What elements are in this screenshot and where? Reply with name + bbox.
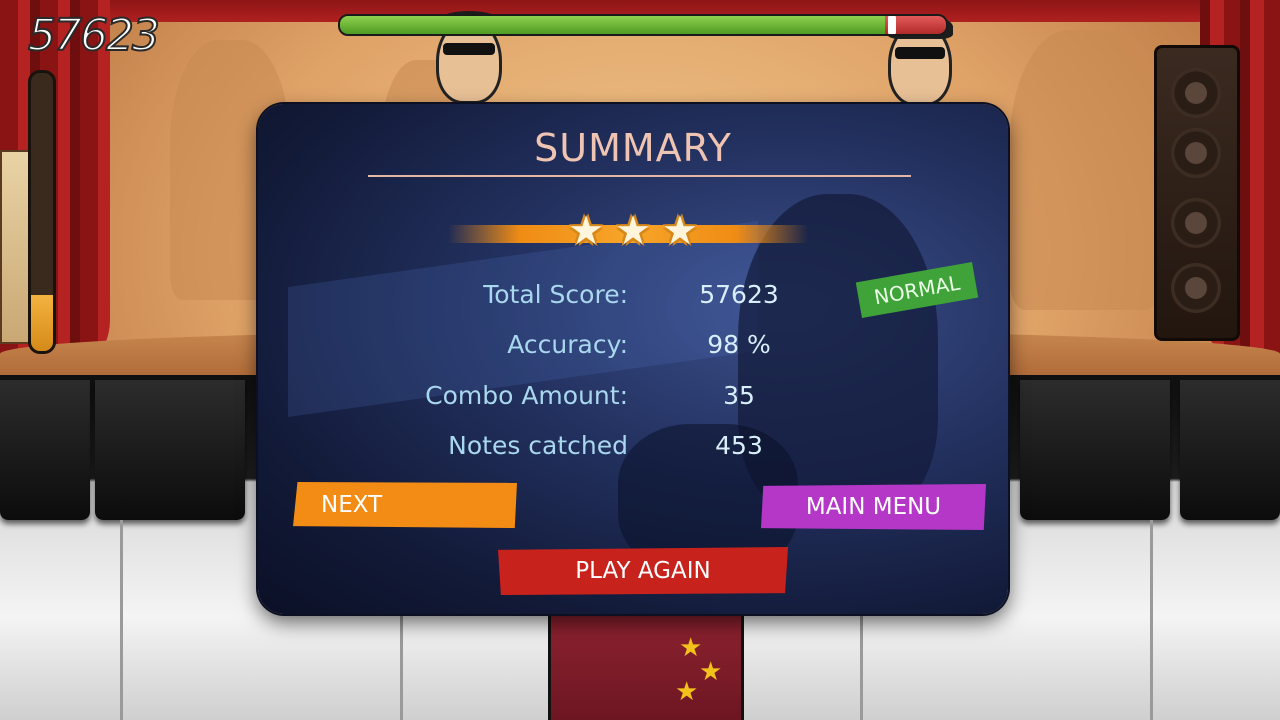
play-again-button[interactable]: PLAY AGAIN bbox=[498, 547, 788, 595]
stat-label-accuracy: Accuracy: bbox=[507, 330, 628, 359]
star-icon: ★ bbox=[615, 208, 651, 254]
stat-label-total-score: Total Score: bbox=[483, 280, 628, 309]
song-progress-fill bbox=[31, 295, 53, 351]
summary-title: SUMMARY bbox=[534, 126, 732, 170]
star-rating: ★ ★ ★ bbox=[258, 208, 1008, 254]
song-progress-bar bbox=[28, 70, 56, 354]
stat-value-accuracy: 98 % bbox=[707, 330, 771, 359]
speaker-stack bbox=[1154, 45, 1240, 341]
player-character-legs: ★ ★ ★ bbox=[548, 610, 744, 720]
star-icon: ★ bbox=[568, 208, 604, 254]
star-icon: ★ bbox=[662, 208, 698, 254]
stat-value-combo: 35 bbox=[723, 381, 755, 410]
health-bar-marker bbox=[888, 16, 896, 34]
main-menu-button[interactable]: MAIN MENU bbox=[761, 484, 986, 530]
health-bar-fill bbox=[340, 16, 886, 34]
stat-value-total-score: 57623 bbox=[699, 280, 779, 309]
hud-score: 57623 bbox=[27, 9, 161, 62]
stat-value-notes: 453 bbox=[715, 431, 763, 460]
next-button[interactable]: NEXT bbox=[293, 482, 517, 528]
summary-panel: SUMMARY ★ ★ ★ Total Score: 57623 Accurac… bbox=[258, 104, 1008, 614]
stat-label-notes: Notes catched bbox=[448, 431, 628, 460]
title-divider bbox=[368, 175, 911, 177]
health-bar bbox=[338, 14, 948, 36]
stat-label-combo: Combo Amount: bbox=[425, 381, 628, 410]
